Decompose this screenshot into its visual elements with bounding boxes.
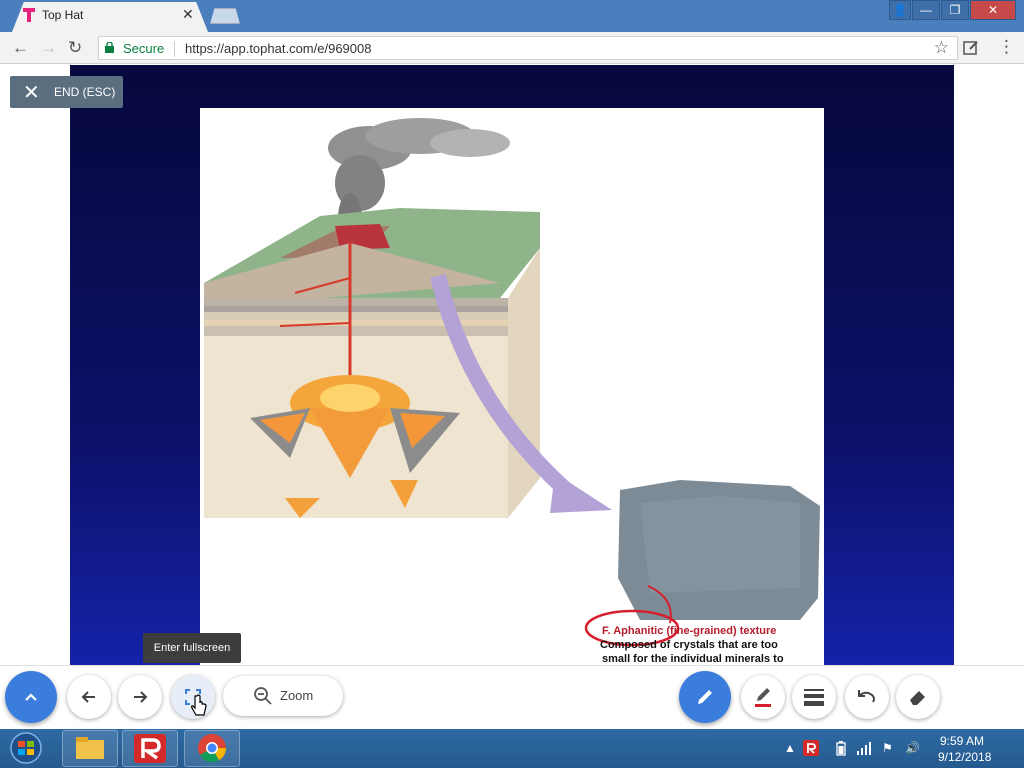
tab-close-icon[interactable]: ✕ [182,6,194,23]
previous-slide-button[interactable] [67,675,111,719]
arrow-right-icon [134,691,148,703]
action-center-flag-icon[interactable]: ⚑ [882,741,893,755]
pencil-icon [698,690,712,704]
windows-start-icon[interactable] [4,730,48,767]
url-text[interactable]: https://app.tophat.com/e/969008 [185,41,371,56]
bookmark-star-icon[interactable]: ☆ [934,38,949,58]
pen-color-button[interactable] [741,675,785,719]
close-icon: ✕ [23,82,40,104]
folder-icon [76,737,104,759]
battery-icon[interactable] [836,741,846,756]
minimize-button[interactable]: — [912,0,940,20]
volume-icon[interactable]: 🔊 [905,741,920,755]
windows-taskbar: ▲ ⚑ 🔊 9:59 AM 9/12/2018 [0,729,1024,768]
address-bar[interactable]: Secure https://app.tophat.com/e/969008 ☆ [98,36,958,60]
clock-time[interactable]: 9:59 AM [940,734,984,748]
end-presentation-button[interactable]: ✕ END (ESC) [10,76,123,108]
end-button-label: END (ESC) [54,85,116,99]
browser-toolbar: ← → ↻ Secure https://app.tophat.com/e/96… [0,32,1024,64]
r-app-icon [134,734,166,763]
browser-title-bar: Top Hat ✕ 👤 — ❐ ✕ [0,0,1024,32]
hand-cursor-icon [191,694,207,716]
stroke-width-icon [804,689,824,706]
window-controls: 👤 — ❐ ✕ [888,0,1016,20]
edit-extension-icon[interactable] [962,39,980,57]
secure-label: Secure [123,41,165,56]
user-profile-button[interactable]: 👤 [889,0,911,20]
figure-caption-title: F. Aphanitic (fine-grained) texture [602,625,777,637]
eraser-icon [910,691,925,705]
reload-icon[interactable]: ↻ [68,38,82,58]
next-slide-button[interactable] [118,675,162,719]
arrow-left-icon [81,691,95,703]
chrome-menu-icon[interactable]: ⋮ [998,37,1015,57]
chevron-up-icon [25,693,37,701]
chrome-icon [198,734,226,762]
lock-icon [105,42,114,53]
figure-caption-line3: small for the individual minerals to [602,653,784,665]
expand-menu-button[interactable] [5,671,57,723]
pen-tool-button[interactable] [679,671,731,723]
tray-expand-icon[interactable]: ▲ [784,741,796,755]
taskbar-red-app[interactable] [122,730,178,767]
tophat-favicon-icon [23,8,35,22]
back-icon[interactable]: ← [12,38,29,58]
presentation-area: F. Aphanitic (fine-grained) texture Comp… [0,65,1024,665]
figure-caption-line2: Composed of crystals that are too [600,639,778,651]
maximize-button[interactable]: ❐ [941,0,969,20]
taskbar-chrome[interactable] [184,730,240,767]
stroke-width-button[interactable] [792,675,836,719]
presentation-toolbar: Zoom [0,665,1024,729]
fullscreen-tooltip: Enter fullscreen [143,633,241,663]
taskbar-file-explorer[interactable] [62,730,118,767]
igneous-volcano-diagram [204,118,820,647]
zoom-out-icon [254,687,272,705]
undo-button[interactable] [845,675,889,719]
forward-icon[interactable]: → [40,38,57,58]
tray-r-app-icon[interactable] [803,740,819,756]
clock-date[interactable]: 9/12/2018 [938,750,991,764]
pen-red-icon [755,688,771,707]
close-window-button[interactable]: ✕ [970,0,1016,20]
new-tab-button[interactable] [210,8,240,24]
zoom-label: Zoom [280,688,314,703]
zoom-button[interactable]: Zoom [223,676,343,716]
slide-canvas: F. Aphanitic (fine-grained) texture Comp… [200,108,824,665]
address-separator [174,41,175,57]
eraser-button[interactable] [896,675,940,719]
undo-icon [858,690,875,703]
signal-icon[interactable] [857,741,873,755]
tab-title: Top Hat [42,8,84,22]
